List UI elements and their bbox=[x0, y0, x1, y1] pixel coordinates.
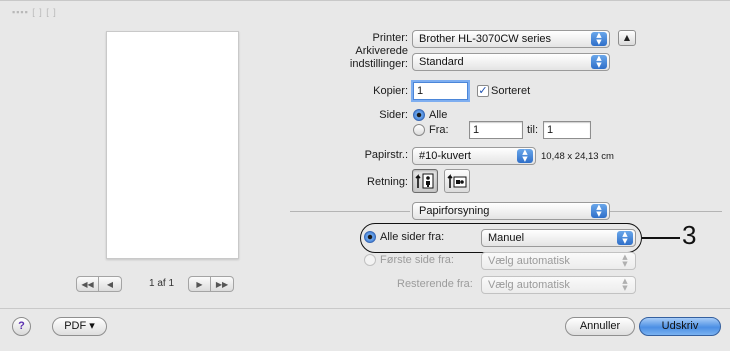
first-page-from-radio[interactable] bbox=[364, 254, 376, 266]
all-pages-source-value: Manuel bbox=[488, 232, 525, 244]
copies-field[interactable]: 1 bbox=[413, 82, 468, 100]
portrait-person-icon bbox=[415, 173, 434, 189]
copies-label: Kopier: bbox=[373, 85, 408, 97]
printer-label: Printer: bbox=[372, 32, 408, 44]
all-pages-from-radio[interactable] bbox=[364, 231, 376, 243]
faint-toolbar: ▪▪▪▪ [ ] [ ] bbox=[12, 7, 57, 17]
callout-leader-line bbox=[642, 237, 680, 239]
remaining-from-label: Resterende fra: bbox=[397, 278, 473, 290]
previous-page-button[interactable]: ◀ bbox=[99, 276, 122, 292]
print-button[interactable]: Udskriv bbox=[639, 317, 721, 336]
paper-size-popup[interactable]: #10-kuvert ▲ ▼ bbox=[412, 147, 536, 165]
paper-size-value: #10-kuvert bbox=[419, 150, 471, 162]
landscape-orientation-button[interactable] bbox=[444, 169, 470, 193]
presets-value: Standard bbox=[419, 56, 464, 68]
first-page-source-value: Vælg automatisk bbox=[488, 255, 570, 267]
callout-number: 3 bbox=[682, 220, 697, 250]
page-preview bbox=[106, 31, 239, 259]
popup-arrows-icon: ▲ ▼ bbox=[591, 55, 607, 69]
expand-dialog-button[interactable]: ▲ bbox=[618, 30, 636, 46]
help-button[interactable]: ? bbox=[12, 317, 31, 336]
presets-popup[interactable]: Standard ▲ ▼ bbox=[412, 53, 610, 71]
remaining-source-value: Vælg automatisk bbox=[488, 279, 570, 291]
popup-arrows-icon: ▲ ▼ bbox=[622, 277, 628, 292]
paper-dimensions: 10,48 x 24,13 cm bbox=[541, 151, 614, 162]
popup-arrows-icon: ▲ ▼ bbox=[622, 253, 628, 268]
pages-all-radio[interactable] bbox=[413, 109, 425, 121]
pages-range-radio[interactable] bbox=[413, 124, 425, 136]
pages-to-field[interactable]: 1 bbox=[543, 121, 591, 139]
popup-arrows-icon: ▲ ▼ bbox=[617, 231, 633, 245]
separator-left bbox=[290, 211, 410, 212]
pager-forward-group: ▶ ▶▶ bbox=[188, 276, 234, 292]
pages-from-field[interactable]: 1 bbox=[469, 121, 523, 139]
landscape-person-icon bbox=[447, 174, 467, 188]
footer-divider bbox=[0, 308, 730, 309]
pdf-menu-button[interactable]: PDF ▾ bbox=[52, 317, 107, 336]
collate-label: Sorteret bbox=[491, 85, 531, 97]
panel-select-value: Papirforsyning bbox=[419, 205, 490, 217]
pages-all-label: Alle bbox=[429, 109, 448, 121]
print-dialog: ▪▪▪▪ [ ] [ ] ◀◀ ◀ 1 af 1 ▶ ▶▶ Printer: B… bbox=[0, 0, 730, 351]
presets-label: Arkiverede indstillinger: bbox=[349, 45, 408, 70]
last-page-button[interactable]: ▶▶ bbox=[211, 276, 234, 292]
cancel-button[interactable]: Annuller bbox=[565, 317, 635, 336]
first-page-from-label: Første side fra: bbox=[380, 254, 454, 266]
separator-right bbox=[610, 211, 722, 212]
all-pages-from-label: Alle sider fra: bbox=[380, 231, 445, 243]
pager-back-group: ◀◀ ◀ bbox=[76, 276, 122, 292]
page-count-label: 1 af 1 bbox=[149, 278, 175, 289]
panel-select-popup[interactable]: Papirforsyning ▲ ▼ bbox=[412, 202, 610, 220]
printer-popup[interactable]: Brother HL-3070CW series ▲ ▼ bbox=[412, 30, 610, 48]
printer-value: Brother HL-3070CW series bbox=[419, 33, 552, 45]
pages-from-label: Fra: bbox=[429, 124, 449, 136]
popup-arrows-icon: ▲ ▼ bbox=[591, 204, 607, 218]
popup-arrows-icon: ▲ ▼ bbox=[591, 32, 607, 46]
next-page-button[interactable]: ▶ bbox=[188, 276, 211, 292]
remaining-source-popup[interactable]: Vælg automatisk ▲ ▼ bbox=[481, 276, 636, 294]
first-page-source-popup[interactable]: Vælg automatisk ▲ ▼ bbox=[481, 252, 636, 270]
popup-arrows-icon: ▲ ▼ bbox=[517, 149, 533, 163]
orientation-label: Retning: bbox=[367, 176, 408, 188]
first-page-button[interactable]: ◀◀ bbox=[76, 276, 99, 292]
paper-size-label: Papirstr.: bbox=[364, 149, 408, 161]
pages-label: Sider: bbox=[379, 109, 408, 121]
portrait-orientation-button[interactable] bbox=[412, 169, 438, 193]
pages-to-label: til: bbox=[527, 124, 538, 136]
collate-checkbox[interactable]: ✓ bbox=[477, 85, 489, 97]
all-pages-source-popup[interactable]: Manuel ▲ ▼ bbox=[481, 229, 636, 247]
